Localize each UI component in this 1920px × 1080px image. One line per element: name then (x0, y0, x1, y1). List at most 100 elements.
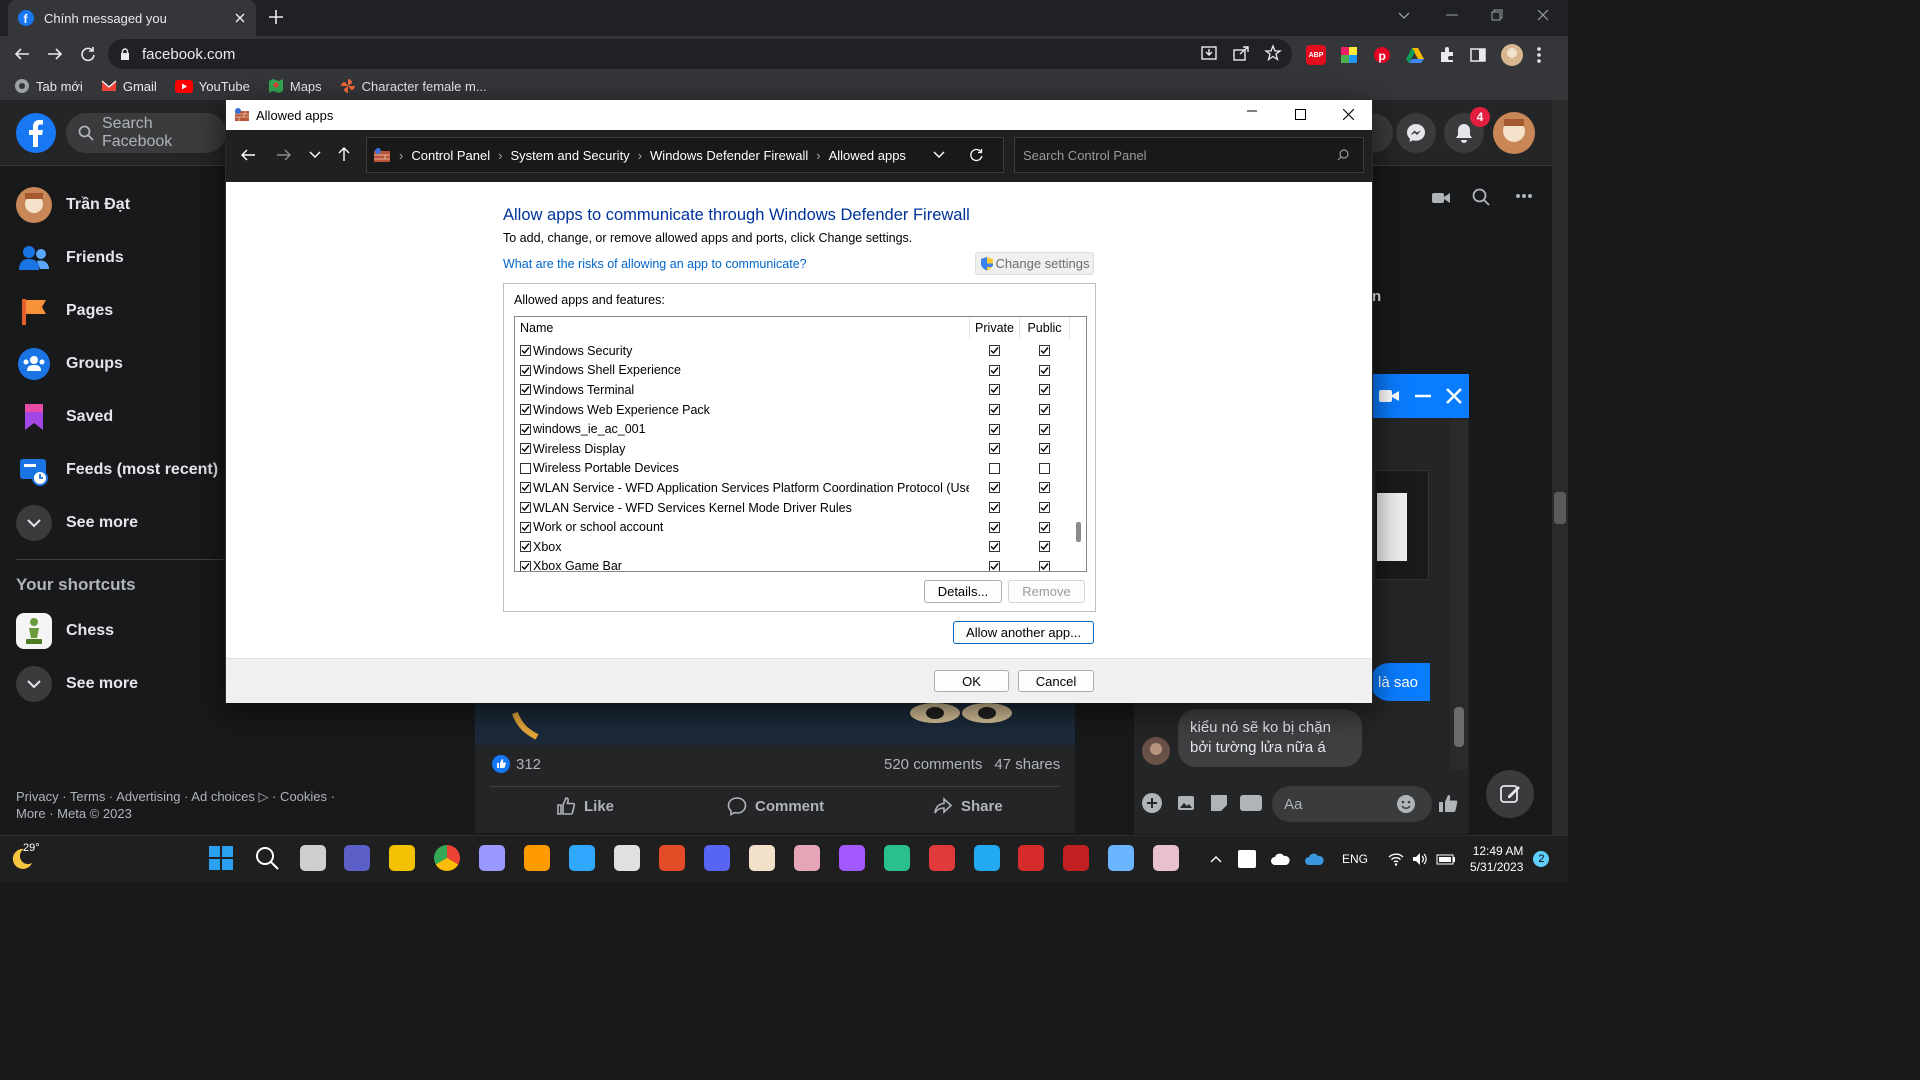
public-checkbox[interactable] (1038, 423, 1050, 435)
app-2-taskbar-icon[interactable] (659, 845, 685, 871)
start-taskbar-icon[interactable] (208, 845, 234, 871)
bookmark-star-icon[interactable] (1264, 44, 1282, 62)
more-options-icon[interactable] (1515, 193, 1533, 199)
control-panel-taskbar-icon[interactable] (1108, 845, 1134, 871)
side-panel-icon[interactable] (1469, 46, 1487, 64)
details-button[interactable]: Details... (924, 580, 1002, 603)
breadcrumb-system-security[interactable]: System and Security (510, 148, 629, 163)
new-room-icon[interactable] (1431, 188, 1451, 208)
ok-button[interactable]: OK (934, 670, 1009, 692)
app-enabled-checkbox[interactable] (520, 364, 531, 376)
breadcrumb[interactable]: › Control Panel › System and Security › … (366, 137, 1004, 173)
private-checkbox[interactable] (988, 364, 1000, 376)
color-picker-extension-icon[interactable] (1339, 45, 1359, 65)
breadcrumb-allowed-apps[interactable]: Allowed apps (829, 148, 906, 163)
clock[interactable]: 12:49 AM 5/31/2023 (1470, 843, 1523, 875)
public-checkbox[interactable] (1038, 364, 1050, 376)
app-8-taskbar-icon[interactable] (1153, 845, 1179, 871)
app-row[interactable]: Wireless Display (515, 439, 1069, 459)
bookmark-gmail[interactable]: Gmail (101, 79, 157, 94)
app-5-taskbar-icon[interactable] (884, 845, 910, 871)
profile-avatar-icon[interactable] (1500, 43, 1524, 67)
meet-taskbar-icon[interactable] (344, 845, 370, 871)
private-checkbox[interactable] (988, 462, 1000, 474)
private-checkbox[interactable] (988, 541, 1000, 553)
public-checkbox[interactable] (1038, 443, 1050, 455)
share-button[interactable]: Share (933, 796, 1003, 816)
shared-screenshot-thumbnail[interactable] (1374, 470, 1429, 580)
new-tab-icon[interactable] (268, 9, 284, 25)
app-6-taskbar-icon[interactable] (929, 845, 955, 871)
app-row[interactable]: Xbox (515, 537, 1069, 557)
app-row[interactable]: Xbox Game Bar (515, 557, 1069, 571)
tab-search-icon[interactable] (1398, 12, 1410, 20)
public-checkbox[interactable] (1038, 482, 1050, 494)
close-tab-icon[interactable] (234, 12, 246, 24)
app-row[interactable]: Work or school account (515, 517, 1069, 537)
chrome-menu-icon[interactable] (1537, 47, 1541, 63)
bookmark-maps[interactable]: Maps (268, 78, 322, 94)
share-icon[interactable] (1232, 44, 1250, 62)
discord-taskbar-icon[interactable] (704, 845, 730, 871)
private-checkbox[interactable] (988, 482, 1000, 494)
file-explorer-taskbar-icon[interactable] (389, 845, 415, 871)
close-icon[interactable] (1343, 109, 1354, 120)
back-icon[interactable] (14, 46, 30, 62)
app-enabled-checkbox[interactable] (520, 345, 531, 357)
app-enabled-checkbox[interactable] (520, 404, 531, 416)
chrome-taskbar-icon[interactable] (434, 845, 460, 871)
app-row[interactable]: Windows Web Experience Pack (515, 400, 1069, 420)
app-row[interactable]: Windows Terminal (515, 380, 1069, 400)
public-checkbox[interactable] (1038, 404, 1050, 416)
comment-button[interactable]: Comment (727, 796, 824, 816)
onedrive-white-icon[interactable] (1270, 853, 1290, 865)
minimize-icon[interactable] (1247, 110, 1257, 112)
search-taskbar-icon[interactable] (254, 845, 280, 871)
private-checkbox[interactable] (988, 502, 1000, 514)
refresh-icon[interactable] (969, 148, 983, 162)
restore-window-icon[interactable] (1491, 9, 1503, 21)
bookmark-new-tab[interactable]: Tab mới (14, 78, 83, 94)
private-checkbox[interactable] (988, 404, 1000, 416)
account-avatar[interactable] (1492, 111, 1536, 155)
gif-icon[interactable] (1240, 795, 1262, 811)
install-app-icon[interactable] (1200, 44, 1218, 62)
forward-arrow-icon[interactable] (276, 148, 292, 162)
app-7-taskbar-icon[interactable] (1063, 845, 1089, 871)
sidebar-item-friends[interactable]: Friends (16, 240, 124, 276)
facebook-logo-icon[interactable] (16, 113, 56, 153)
lock-icon[interactable] (120, 47, 130, 61)
scrollbar-thumb[interactable] (1076, 522, 1081, 542)
public-checkbox[interactable] (1038, 384, 1050, 396)
public-checkbox[interactable] (1038, 521, 1050, 533)
list-scrollbar[interactable] (1071, 339, 1086, 571)
browser-tab[interactable]: f Chính messaged you (8, 0, 256, 36)
apps-list[interactable]: Name Private Public Windows Security Wind… (514, 316, 1087, 572)
remove-button[interactable]: Remove (1008, 580, 1085, 603)
post-reactions[interactable]: 312 (492, 755, 541, 773)
cancel-button[interactable]: Cancel (1018, 670, 1094, 692)
emoji-icon[interactable] (1396, 794, 1416, 814)
sidebar-item-saved[interactable]: Saved (16, 399, 113, 435)
app-enabled-checkbox[interactable] (520, 384, 531, 396)
back-arrow-icon[interactable] (240, 148, 256, 162)
app-4-taskbar-icon[interactable] (794, 845, 820, 871)
bookmark-character[interactable]: Character female m... (340, 78, 487, 94)
app-3-taskbar-icon[interactable] (749, 845, 775, 871)
after-effects-taskbar-icon[interactable] (479, 845, 505, 871)
input-language[interactable]: ENG (1342, 852, 1368, 866)
sidebar-item-feeds[interactable]: Feeds (most recent) (16, 452, 218, 488)
volume-icon[interactable] (1412, 852, 1428, 866)
chat-scrollbar[interactable] (1450, 420, 1468, 770)
recent-locations-icon[interactable] (309, 151, 321, 159)
public-checkbox[interactable] (1038, 560, 1050, 571)
contact-avatar[interactable] (1142, 737, 1170, 765)
app-enabled-checkbox[interactable] (520, 560, 531, 571)
control-panel-search-input[interactable]: Search Control Panel (1014, 137, 1364, 173)
figma-taskbar-icon[interactable] (839, 845, 865, 871)
notification-center-badge[interactable]: 2 (1533, 850, 1550, 867)
send-like-icon[interactable] (1437, 792, 1459, 814)
up-arrow-icon[interactable] (337, 146, 351, 162)
column-name[interactable]: Name (515, 317, 970, 339)
maximize-icon[interactable] (1295, 109, 1306, 120)
